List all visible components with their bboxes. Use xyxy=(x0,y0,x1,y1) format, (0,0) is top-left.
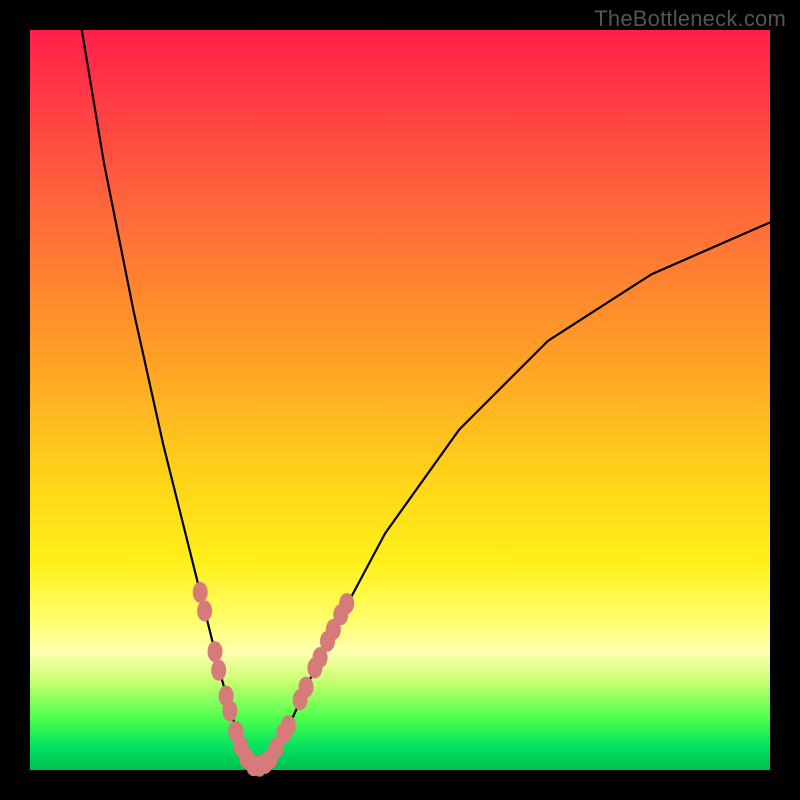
curve-layer xyxy=(30,30,770,770)
curve-marker xyxy=(281,716,295,736)
watermark-text: TheBottleneck.com xyxy=(594,6,786,32)
bottleneck-curve xyxy=(82,30,770,766)
curve-marker xyxy=(223,701,237,721)
curve-marker xyxy=(198,601,212,621)
curve-marker xyxy=(212,660,226,680)
curve-marker xyxy=(208,642,222,662)
curve-marker xyxy=(299,677,313,697)
curve-marker xyxy=(193,582,207,602)
chart-frame: TheBottleneck.com xyxy=(0,0,800,800)
curve-marker xyxy=(340,594,354,614)
plot-area xyxy=(30,30,770,770)
curve-markers xyxy=(193,582,354,776)
